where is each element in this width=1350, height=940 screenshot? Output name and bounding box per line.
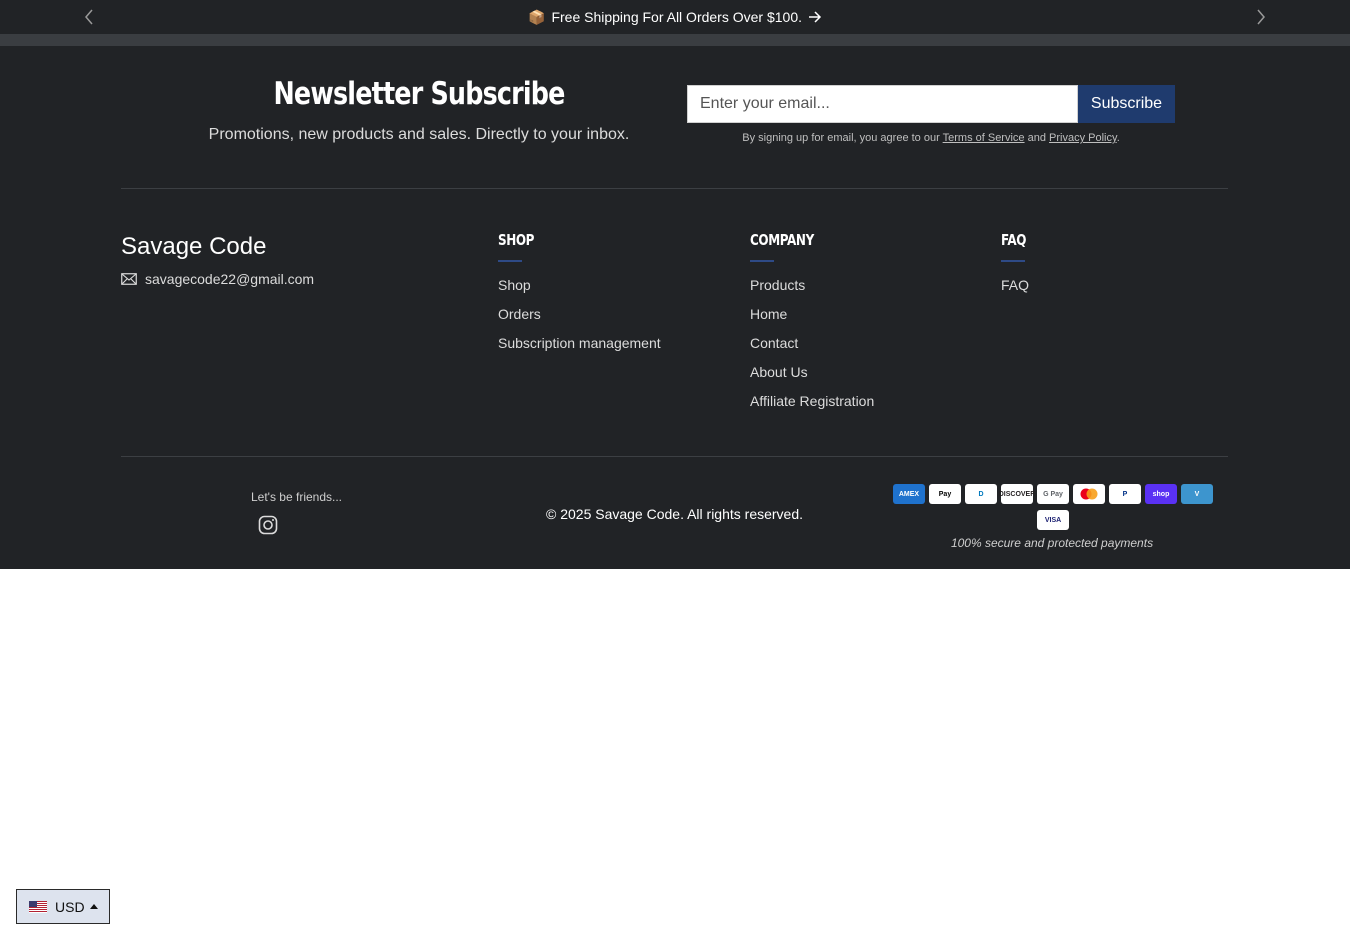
amex-icon: AMEX [893,484,925,504]
legal-prefix: By signing up for email, you agree to ou… [742,132,940,144]
payment-label: Pay [938,490,952,498]
arrow-right-icon [809,11,822,23]
payment-label: shop [1152,490,1170,498]
footer-link-affiliate-registration[interactable]: Affiliate Registration [750,392,874,421]
mastercard-icon [1073,484,1105,504]
newsletter-form: Subscribe [687,85,1175,123]
site-footer: Newsletter Subscribe Promotions, new pro… [0,46,1350,569]
mail-icon [121,273,137,285]
diners-club-icon: D [965,484,997,504]
footer-link-faq[interactable]: FAQ [1001,276,1032,305]
payment-icons-row: VISA [893,510,1213,530]
footer-divider-bottom [121,456,1228,457]
visa-icon: VISA [1037,510,1069,530]
instagram-link[interactable] [258,515,278,535]
terms-of-service-link[interactable]: Terms of Service [943,132,1025,144]
column-underline [750,260,774,262]
payment-label: VISA [1044,516,1062,524]
announcement-prev-button[interactable] [74,0,104,34]
footer-link-products[interactable]: Products [750,276,874,305]
column-underline [1001,260,1025,262]
shop-pay-icon: shop [1145,484,1177,504]
legal-suffix: . [1116,132,1120,144]
column-underline [498,260,522,262]
footer-link-orders[interactable]: Orders [498,305,661,334]
footer-link-about-us[interactable]: About Us [750,363,874,392]
newsletter-legal: By signing up for email, you agree to ou… [687,132,1175,144]
payment-label: AMEX [898,490,920,498]
contact-email-text: savagecode22@gmail.com [145,271,315,287]
newsletter-email-input[interactable] [687,85,1078,123]
paypal-icon: P [1109,484,1141,504]
newsletter-title: Newsletter Subscribe [273,76,565,112]
discover-icon: DISCOVER [998,484,1036,504]
column-title-faq: FAQ [1001,231,1027,249]
footer-column-company: COMPANY Products Home Contact About Us A… [750,231,874,421]
announcement-message[interactable]: 📦 Free Shipping For All Orders Over $100… [528,9,822,26]
chevron-left-icon [85,9,93,25]
announcement-text: Free Shipping For All Orders Over $100. [551,9,802,25]
currency-code: USD [55,898,85,915]
payment-label: G Pay [1043,490,1063,498]
google-pay-icon: G Pay [1037,484,1069,504]
social-label: Let's be friends... [251,490,343,504]
venmo-icon: V [1181,484,1213,504]
payment-label: V [1194,490,1200,498]
caret-up-icon [89,904,98,909]
secure-payments-caption: 100% secure and protected payments [950,536,1154,550]
column-title-company: COMPANY [750,231,814,249]
apple-pay-icon: Pay [929,484,961,504]
package-icon: 📦 [528,8,546,25]
subscribe-button[interactable]: Subscribe [1078,85,1175,123]
chevron-right-icon [1257,9,1265,25]
us-flag-icon [29,900,47,913]
footer-brand-name: Savage Code [121,233,267,260]
legal-and: and [1027,132,1046,144]
currency-selector[interactable]: USD [16,889,110,924]
payment-label: P [1122,490,1128,498]
footer-divider-top [121,188,1228,189]
column-title-shop: SHOP [498,231,535,249]
payment-icons-row: AMEX Pay D DISCOVER G Pay Pshop V [893,484,1213,504]
footer-link-home[interactable]: Home [750,305,874,334]
payment-methods: AMEX Pay D DISCOVER G Pay Pshop V VISA 100% se… [893,484,1213,550]
payment-label: DISCOVER [998,490,1036,498]
footer-contact-email[interactable]: savagecode22@gmail.com [121,271,314,287]
footer-link-shop[interactable]: Shop [498,276,661,305]
announcement-bar: 📦 Free Shipping For All Orders Over $100… [0,0,1350,34]
footer-column-shop: SHOP Shop Orders Subscription management [498,231,661,363]
footer-link-subscription-management[interactable]: Subscription management [498,334,661,363]
instagram-icon [258,515,278,535]
payment-label: D [978,490,984,498]
newsletter-subtitle: Promotions, new products and sales. Dire… [208,126,630,143]
footer-link-contact[interactable]: Contact [750,334,874,363]
copyright-text: © 2025 Savage Code. All rights reserved. [546,506,804,522]
announcement-divider-strip [0,34,1350,46]
privacy-policy-link[interactable]: Privacy Policy [1049,132,1117,144]
announcement-next-button[interactable] [1246,0,1276,34]
footer-column-faq: FAQ FAQ [1001,231,1032,305]
